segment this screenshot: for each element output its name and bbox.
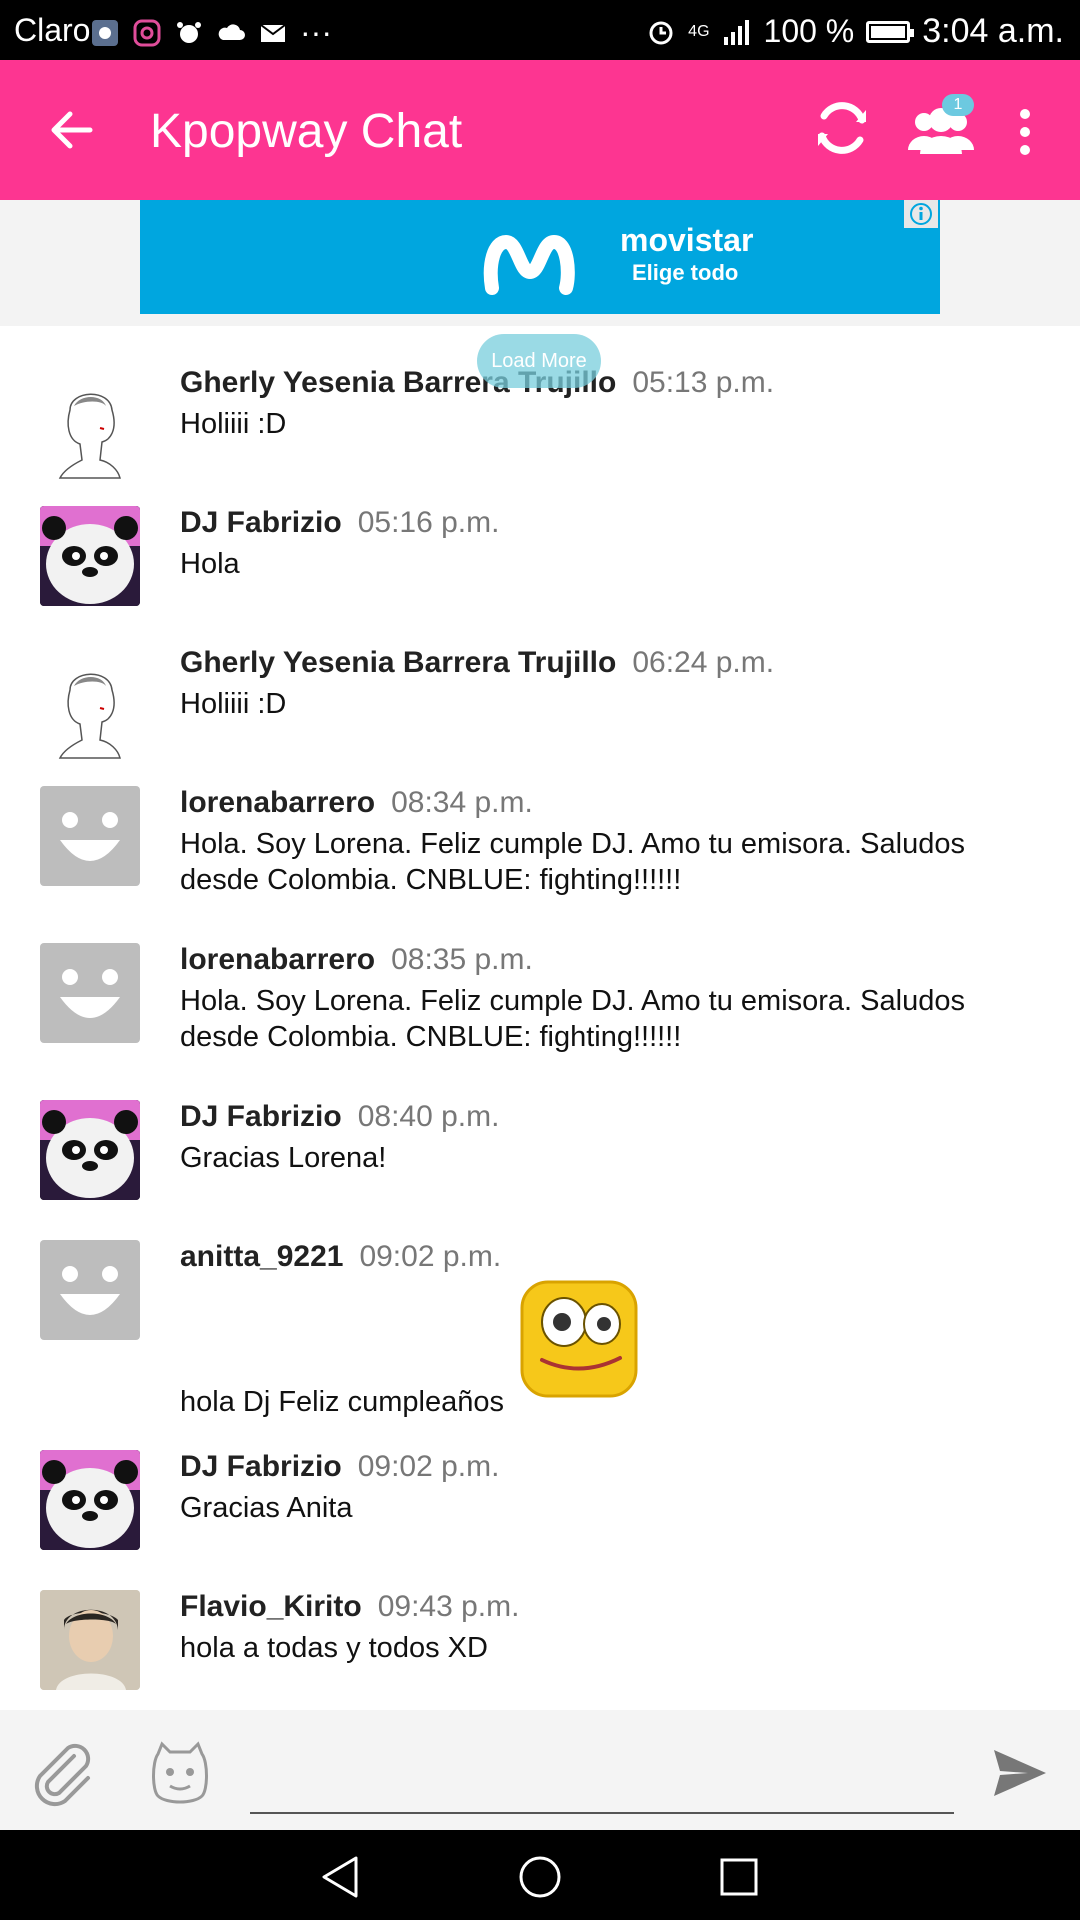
sticker-icon[interactable]: [148, 1740, 212, 1806]
refresh-icon[interactable]: [810, 96, 874, 160]
message-input[interactable]: [250, 1740, 954, 1814]
more-options-icon[interactable]: [1010, 104, 1040, 160]
more-notifications-icon: ···: [300, 14, 332, 50]
ad-info-icon[interactable]: [904, 200, 938, 228]
message-text: Holiiii :D: [180, 408, 287, 440]
mail-icon: [260, 23, 286, 42]
online-users-button[interactable]: 1: [904, 94, 978, 160]
status-bar: Claro ··· 4G 100 % 3:04 a.m.: [0, 0, 1080, 60]
instagram-icon: [133, 19, 161, 46]
network-type: 4G: [688, 22, 710, 40]
message-time: 09:43 p.m.: [377, 1590, 520, 1623]
message-text: Hola. Soy Lorena. Feliz cumple DJ. Amo t…: [180, 828, 965, 896]
sender-name: lorenabarrero: [180, 943, 376, 976]
sketch-avatar[interactable]: [40, 660, 140, 760]
bot-icon: [177, 21, 201, 43]
status-time: 3:04 a.m.: [922, 12, 1064, 50]
carrier-label: Claro: [14, 12, 91, 48]
load-more-button[interactable]: Load More: [477, 334, 601, 388]
back-nav-icon[interactable]: [316, 1852, 366, 1902]
notification-icons: ···: [90, 14, 332, 51]
message-time: 09:02 p.m.: [357, 1450, 500, 1483]
back-arrow-icon[interactable]: [44, 102, 100, 158]
signal-icon: [723, 19, 749, 45]
sender-name: Flavio_Kirito: [180, 1590, 362, 1623]
message-time: 08:40 p.m.: [357, 1100, 500, 1133]
default-avatar[interactable]: [40, 943, 140, 1043]
ad-area: movistar Elige todo: [0, 200, 1080, 326]
send-icon[interactable]: [992, 1748, 1048, 1798]
sketch-avatar[interactable]: [40, 380, 140, 480]
battery-percent: 100 %: [763, 13, 855, 49]
message-text: Gracias Lorena!: [180, 1142, 387, 1174]
navigation-bar: [0, 1830, 1080, 1920]
message-time: 06:24 p.m.: [632, 646, 775, 679]
paperclip-icon[interactable]: [28, 1738, 98, 1808]
sender-name: lorenabarrero: [180, 786, 376, 819]
users-count-badge: 1: [942, 94, 974, 116]
message-time: 08:35 p.m.: [391, 943, 533, 976]
ad-tagline: Elige todo: [632, 260, 739, 285]
message-composer: [0, 1710, 1080, 1830]
sender-name: anitta_9221: [180, 1240, 344, 1273]
default-avatar[interactable]: [40, 786, 140, 886]
default-avatar[interactable]: [40, 1240, 140, 1340]
message-time: 08:34 p.m.: [391, 786, 533, 819]
goofy-face-emoji: [520, 1280, 638, 1398]
alarm-icon: [649, 21, 673, 44]
message-text: Hola. Soy Lorena. Feliz cumple DJ. Amo t…: [180, 985, 965, 1053]
message-time: 05:13 p.m.: [632, 366, 775, 399]
panda-avatar[interactable]: [40, 1450, 140, 1550]
page-title: Kpopway Chat: [150, 105, 463, 158]
sender-name: DJ Fabrizio: [180, 1450, 342, 1483]
ad-banner[interactable]: movistar Elige todo: [140, 200, 940, 314]
message-text: Hola: [180, 548, 240, 580]
sender-name: DJ Fabrizio: [180, 506, 342, 539]
movistar-logo: [483, 234, 575, 295]
home-nav-icon[interactable]: [515, 1852, 565, 1902]
recents-nav-icon[interactable]: [714, 1852, 764, 1902]
panda-avatar[interactable]: [40, 506, 140, 606]
fan-app-icon: [92, 19, 118, 46]
ad-brand: movistar: [620, 222, 754, 258]
cloud-icon: [218, 23, 245, 40]
message-text: Holiiii :D: [180, 688, 287, 720]
message-time: 05:16 p.m.: [357, 506, 500, 539]
message-time: 09:02 p.m.: [359, 1240, 502, 1273]
photo-avatar[interactable]: [40, 1590, 140, 1690]
message-text: Gracias Anita: [180, 1492, 353, 1524]
panda-avatar[interactable]: [40, 1100, 140, 1200]
app-bar: Kpopway Chat 1: [0, 60, 1080, 200]
chat-messages[interactable]: Gherly Yesenia Barrera Trujillo 05:13 p.m…: [0, 326, 1080, 1710]
battery-icon: [866, 20, 915, 43]
message-text: hola Dj Feliz cumpleaños: [180, 1386, 504, 1418]
sender-name: Gherly Yesenia Barrera Trujillo: [180, 646, 617, 679]
sender-name: DJ Fabrizio: [180, 1100, 342, 1133]
message-text: hola a todas y todos XD: [180, 1632, 488, 1664]
